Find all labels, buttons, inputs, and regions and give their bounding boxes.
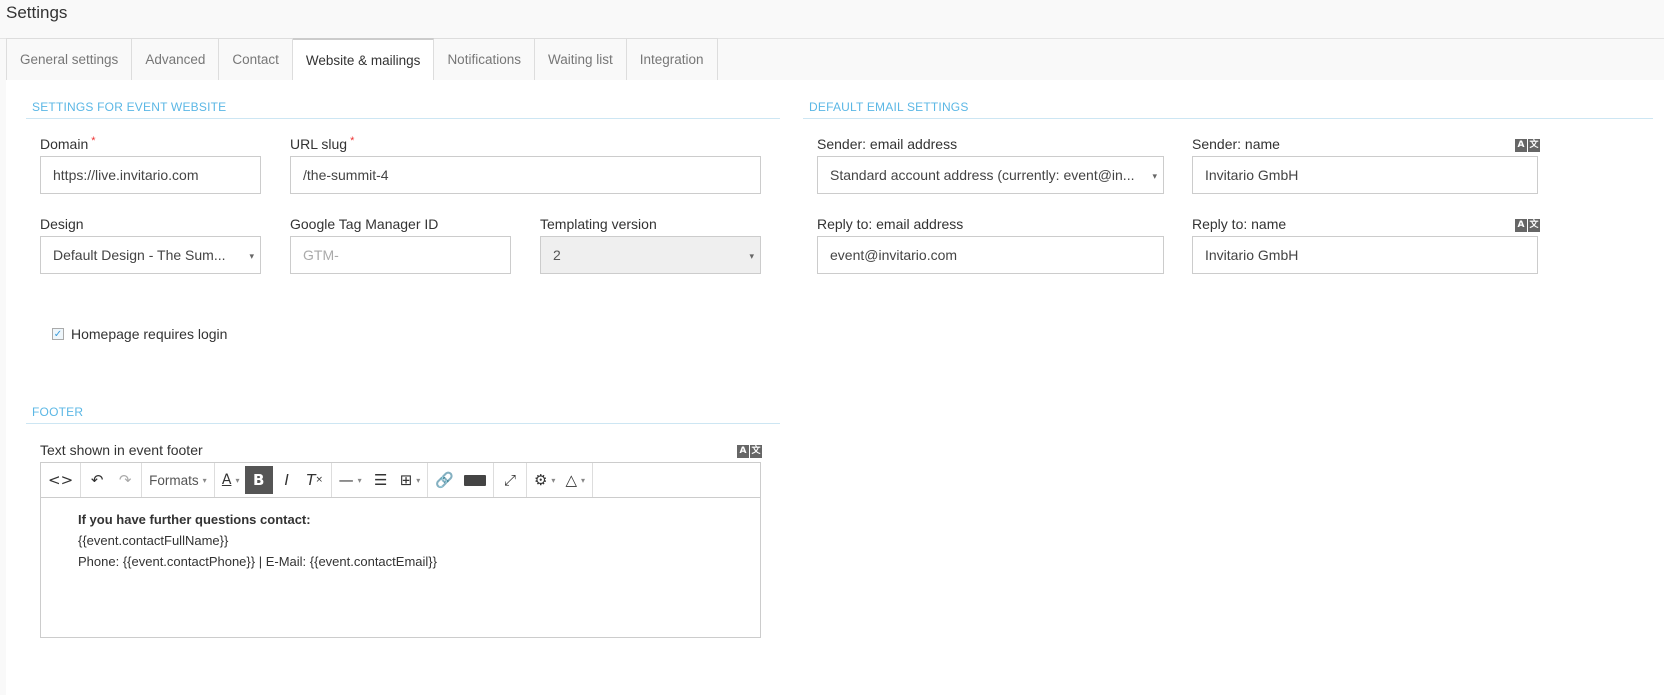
domain-input[interactable]: https://live.invitario.com [40,156,261,194]
text-color-icon[interactable]: A ▾ [217,466,245,494]
tab-notifications[interactable]: Notifications [434,38,535,80]
reply-name-label: Reply to: name [1192,216,1287,232]
source-code-icon[interactable]: <> [43,466,78,494]
reply-email-input[interactable]: event@invitario.com [817,236,1164,274]
horizontal-rule-icon[interactable]: — ▾ [334,466,367,494]
footer-line-3: Phone: {{event.contactPhone}} | E-Mail: … [78,554,437,569]
footer-line-1: If you have further questions contact: [78,512,311,527]
section-divider [803,118,1653,119]
url-slug-label: URL slug * [290,135,355,152]
tab-advanced[interactable]: Advanced [132,38,220,80]
settings-panel: SETTINGS FOR EVENT WEBSITE Domain * https… [6,80,1664,695]
design-select-value: Default Design - The Sum... [53,247,226,263]
tab-integration[interactable]: Integration [626,38,718,80]
italic-icon[interactable]: I [273,466,301,494]
sender-email-select[interactable]: Standard account address (currently: eve… [817,156,1164,194]
page-title: Settings [6,3,68,22]
gear-icon[interactable]: ⚙ ▾ [529,466,560,494]
shapes-icon[interactable]: △ ▾ [560,466,590,494]
formats-dropdown[interactable]: Formats ▾ [144,466,212,494]
footer-rich-text-editor[interactable]: <> ↶ ↷ Formats ▾ A ▾ B I T × — ▾ ☰ ⊞ ▾ 🔗… [40,462,761,638]
sender-email-label: Sender: email address [817,136,958,152]
translate-icon[interactable]: A文 [1515,219,1540,232]
footer-line-2: {{event.contactFullName}} [78,533,229,548]
required-mark: * [350,135,355,147]
bullet-list-icon[interactable]: ☰ [367,466,395,494]
design-label: Design [40,216,84,232]
sender-email-value: Standard account address (currently: eve… [830,167,1135,183]
templating-version-label: Templating version [540,216,657,232]
bold-icon[interactable]: B [244,466,273,494]
tab-contact[interactable]: Contact [219,38,293,80]
section-title-event-website: SETTINGS FOR EVENT WEBSITE [32,100,227,114]
undo-icon[interactable]: ↶ [83,466,111,494]
tab-waiting-list[interactable]: Waiting list [534,38,627,80]
editor-content[interactable]: If you have further questions contact: {… [78,509,750,572]
reply-email-label: Reply to: email address [817,216,964,232]
sender-name-input[interactable]: Invitario GmbH [1192,156,1538,194]
translate-icon[interactable]: A文 [1515,139,1540,152]
translate-icon[interactable]: A文 [737,445,762,458]
reply-name-input[interactable]: Invitario GmbH [1192,236,1538,274]
settings-tabs: General settings Advanced Contact Websit… [6,38,718,80]
link-icon[interactable]: 🔗 [430,466,459,494]
section-title-footer: FOOTER [32,405,84,419]
homepage-login-checkbox[interactable]: ✓ [52,328,64,340]
section-divider [26,118,780,119]
fullscreen-icon[interactable]: ⤢ [496,466,524,494]
footer-text-label: Text shown in event footer [40,442,203,458]
chevron-down-icon: ▾ [749,251,754,261]
chevron-down-icon: ▾ [1152,171,1157,181]
editor-toolbar: <> ↶ ↷ Formats ▾ A ▾ B I T × — ▾ ☰ ⊞ ▾ 🔗… [41,463,760,498]
homepage-login-label: Homepage requires login [71,326,228,342]
templating-version-select[interactable]: 2 ▾ [540,236,761,274]
templating-version-value: 2 [553,247,561,263]
redo-icon[interactable]: ↷ [111,466,139,494]
tab-website-mailings[interactable]: Website & mailings [292,38,435,80]
domain-label: Domain * [40,135,96,152]
formats-label: Formats [149,472,199,488]
section-divider [26,423,780,424]
tab-general-settings[interactable]: General settings [7,38,133,80]
button-insert-icon[interactable] [459,466,491,494]
chevron-down-icon: ▾ [202,475,207,485]
clear-formatting-icon[interactable]: T × [301,466,329,494]
table-icon[interactable]: ⊞ ▾ [395,466,426,494]
url-slug-input[interactable]: /the-summit-4 [290,156,761,194]
required-mark: * [91,135,96,147]
chevron-down-icon: ▾ [249,251,254,261]
sender-name-label: Sender: name [1192,136,1280,152]
design-select[interactable]: Default Design - The Sum... ▾ [40,236,261,274]
gtm-input[interactable]: GTM- [290,236,511,274]
gtm-label: Google Tag Manager ID [290,216,439,232]
section-title-default-email: DEFAULT EMAIL SETTINGS [809,100,969,114]
check-icon: ✓ [53,328,63,340]
